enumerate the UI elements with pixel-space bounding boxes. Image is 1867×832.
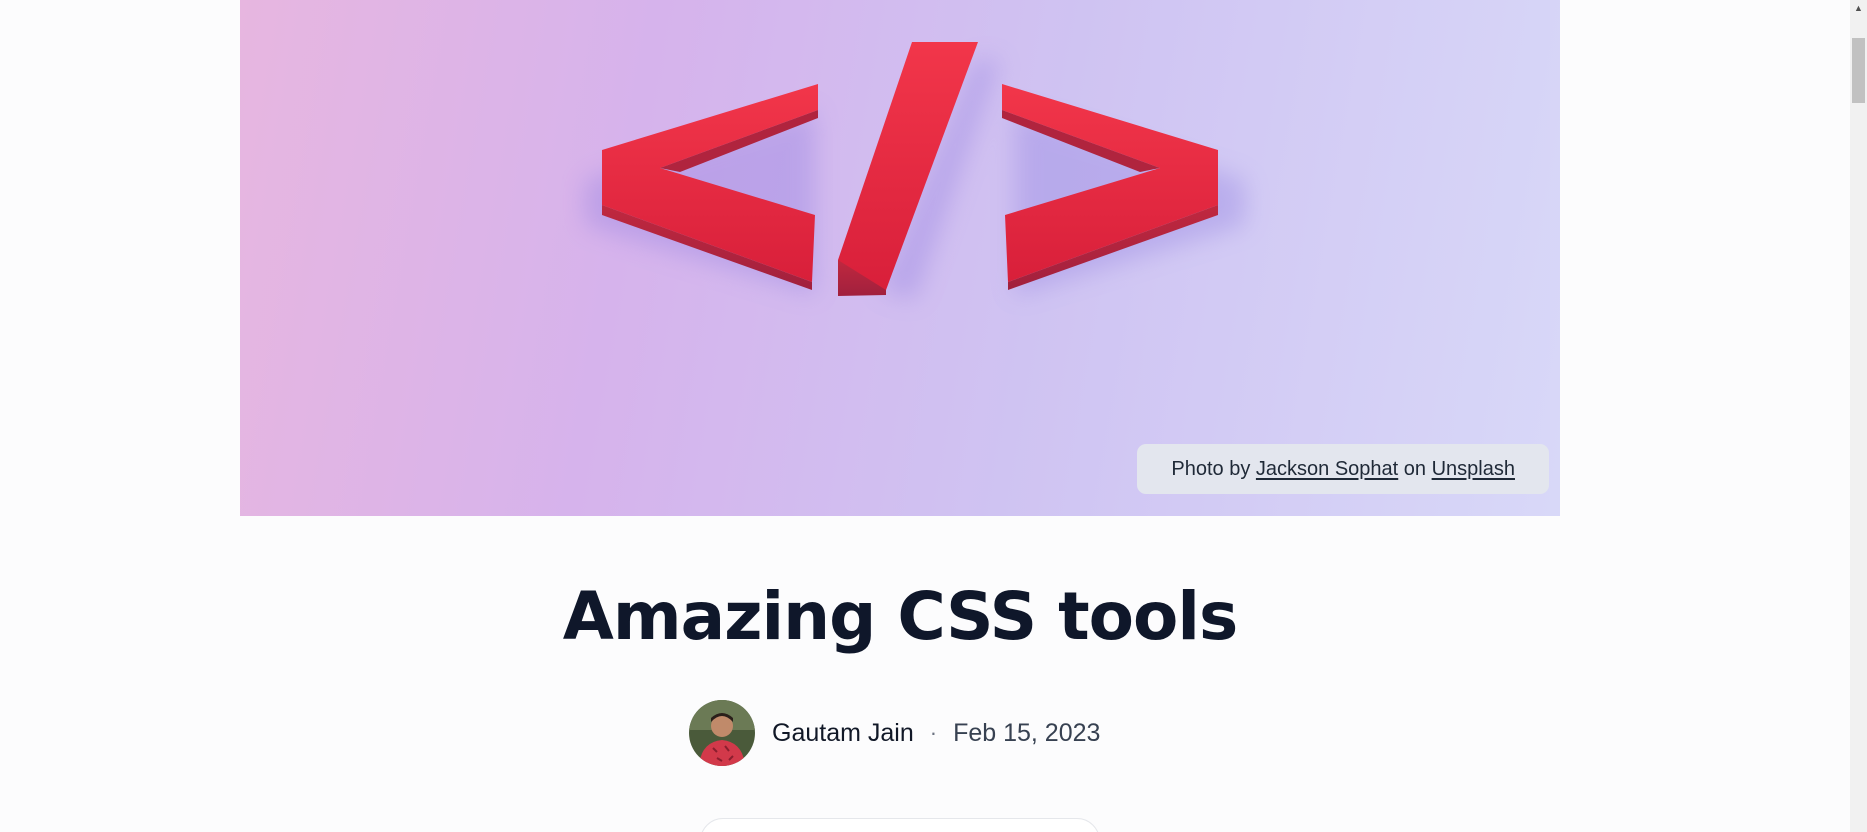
share-pill[interactable]	[700, 818, 1100, 832]
author-avatar[interactable]	[689, 700, 755, 766]
code-brackets-icon	[585, 42, 1245, 300]
scroll-up-arrow-icon[interactable]: ▲	[1850, 0, 1867, 17]
photo-credit: Photo by Jackson Sophat on Unsplash	[1137, 444, 1549, 494]
author-name[interactable]: Gautam Jain	[772, 719, 914, 748]
publish-date: Feb 15, 2023	[953, 718, 1101, 747]
article-title: Amazing CSS tools	[562, 578, 1239, 655]
meta-separator: ·	[929, 720, 938, 745]
scrollbar-thumb[interactable]	[1852, 38, 1865, 103]
unsplash-link[interactable]: Unsplash	[1432, 458, 1515, 481]
photo-credit-middle: on	[1403, 457, 1427, 480]
photographer-link[interactable]: Jackson Sophat	[1256, 458, 1398, 481]
cover-image: Photo by Jackson Sophat on Unsplash	[240, 0, 1560, 516]
vertical-scrollbar[interactable]: ▲	[1850, 0, 1867, 832]
article-page: Photo by Jackson Sophat on Unsplash Amaz…	[0, 0, 1867, 832]
article-meta: Gautam Jain · Feb 15, 2023	[689, 700, 1100, 766]
photo-credit-prefix: Photo by	[1171, 457, 1251, 480]
avatar-photo-icon	[689, 700, 755, 766]
